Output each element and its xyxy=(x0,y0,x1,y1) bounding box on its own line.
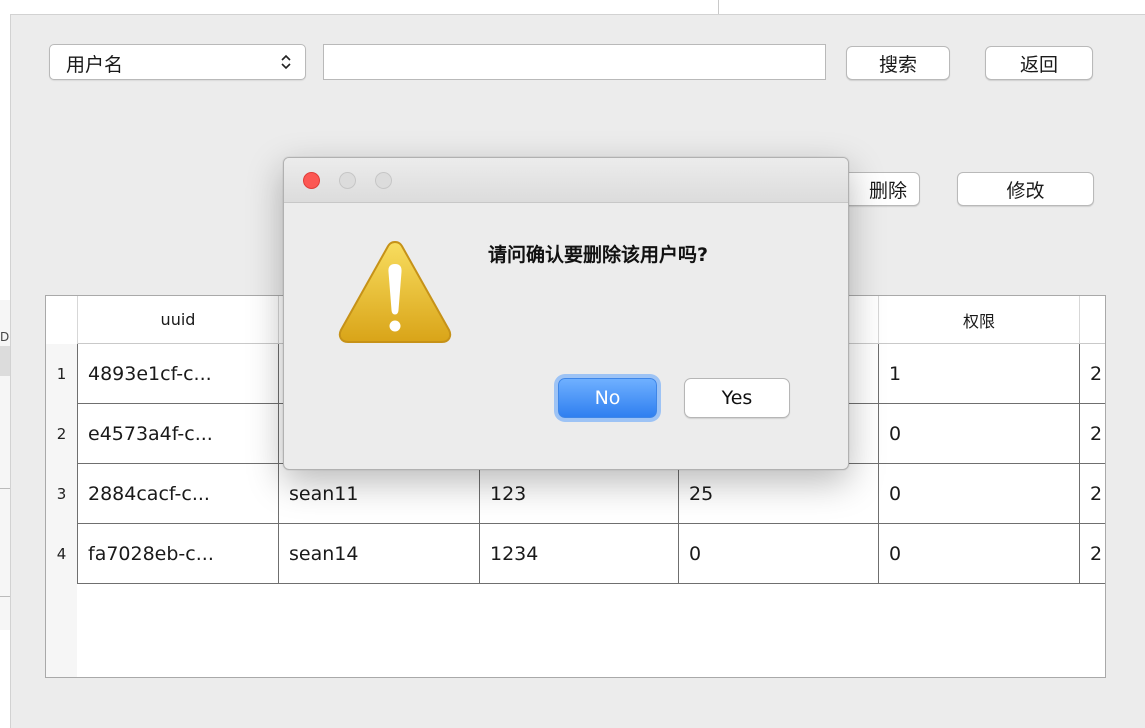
table-cell[interactable]: sean14 xyxy=(278,524,479,584)
table-cell[interactable]: 1 xyxy=(878,344,1079,404)
table-row-header-filler xyxy=(46,584,77,677)
table-cell[interactable]: 25 xyxy=(678,464,878,524)
table-cell[interactable]: 0 xyxy=(678,524,878,584)
search-button[interactable]: 搜索 xyxy=(846,46,950,80)
table-cell[interactable]: fa7028eb-c... xyxy=(77,524,278,584)
table-cell[interactable]: 2 xyxy=(1079,344,1105,404)
table-cell[interactable]: 2 xyxy=(1079,404,1105,464)
table-cell[interactable]: 123 xyxy=(479,464,678,524)
search-input[interactable] xyxy=(323,44,826,80)
field-select-value: 用户名 xyxy=(66,54,124,76)
row-number: 3 xyxy=(46,464,77,524)
background-window-header xyxy=(0,346,10,376)
table-cell[interactable]: 2 xyxy=(1079,464,1105,524)
back-button[interactable]: 返回 xyxy=(985,46,1093,80)
warning-icon xyxy=(338,240,452,343)
screen: De 用户名 搜索 返回 删除 修改 uuid 权限 1 4893e1cf-c.… xyxy=(0,0,1145,728)
yes-button[interactable]: Yes xyxy=(684,378,790,418)
column-header-permission[interactable]: 权限 xyxy=(878,296,1079,344)
edit-button[interactable]: 修改 xyxy=(957,172,1094,206)
table-cell[interactable]: 0 xyxy=(878,404,1079,464)
table-cell[interactable]: 2884cacf-c... xyxy=(77,464,278,524)
table-cell[interactable]: 1234 xyxy=(479,524,678,584)
table-cell[interactable]: 0 xyxy=(878,524,1079,584)
row-number: 4 xyxy=(46,524,77,584)
table-cell[interactable]: 4893e1cf-c... xyxy=(77,344,278,404)
row-number: 2 xyxy=(46,404,77,464)
row-number: 1 xyxy=(46,344,77,404)
background-window-line xyxy=(0,488,10,489)
table-cell[interactable]: 0 xyxy=(878,464,1079,524)
zoom-window-icon xyxy=(375,172,392,189)
close-window-icon[interactable] xyxy=(303,172,320,189)
table-cell[interactable]: 2 xyxy=(1079,524,1105,584)
table-cell[interactable]: sean11 xyxy=(278,464,479,524)
column-header[interactable] xyxy=(1079,296,1105,344)
confirm-dialog: 请问确认要删除该用户吗? No Yes xyxy=(283,157,849,470)
background-window-edge xyxy=(718,0,1145,14)
dialog-titlebar xyxy=(284,158,848,203)
column-header-uuid[interactable]: uuid xyxy=(77,296,278,344)
no-button[interactable]: No xyxy=(558,378,657,418)
background-window-line xyxy=(0,596,10,597)
minimize-window-icon xyxy=(339,172,356,189)
field-select[interactable]: 用户名 xyxy=(49,44,306,80)
table-corner xyxy=(46,296,77,344)
table-cell[interactable]: e4573a4f-c... xyxy=(77,404,278,464)
updown-arrow-icon xyxy=(277,52,295,72)
dialog-message: 请问确认要删除该用户吗? xyxy=(488,244,709,266)
